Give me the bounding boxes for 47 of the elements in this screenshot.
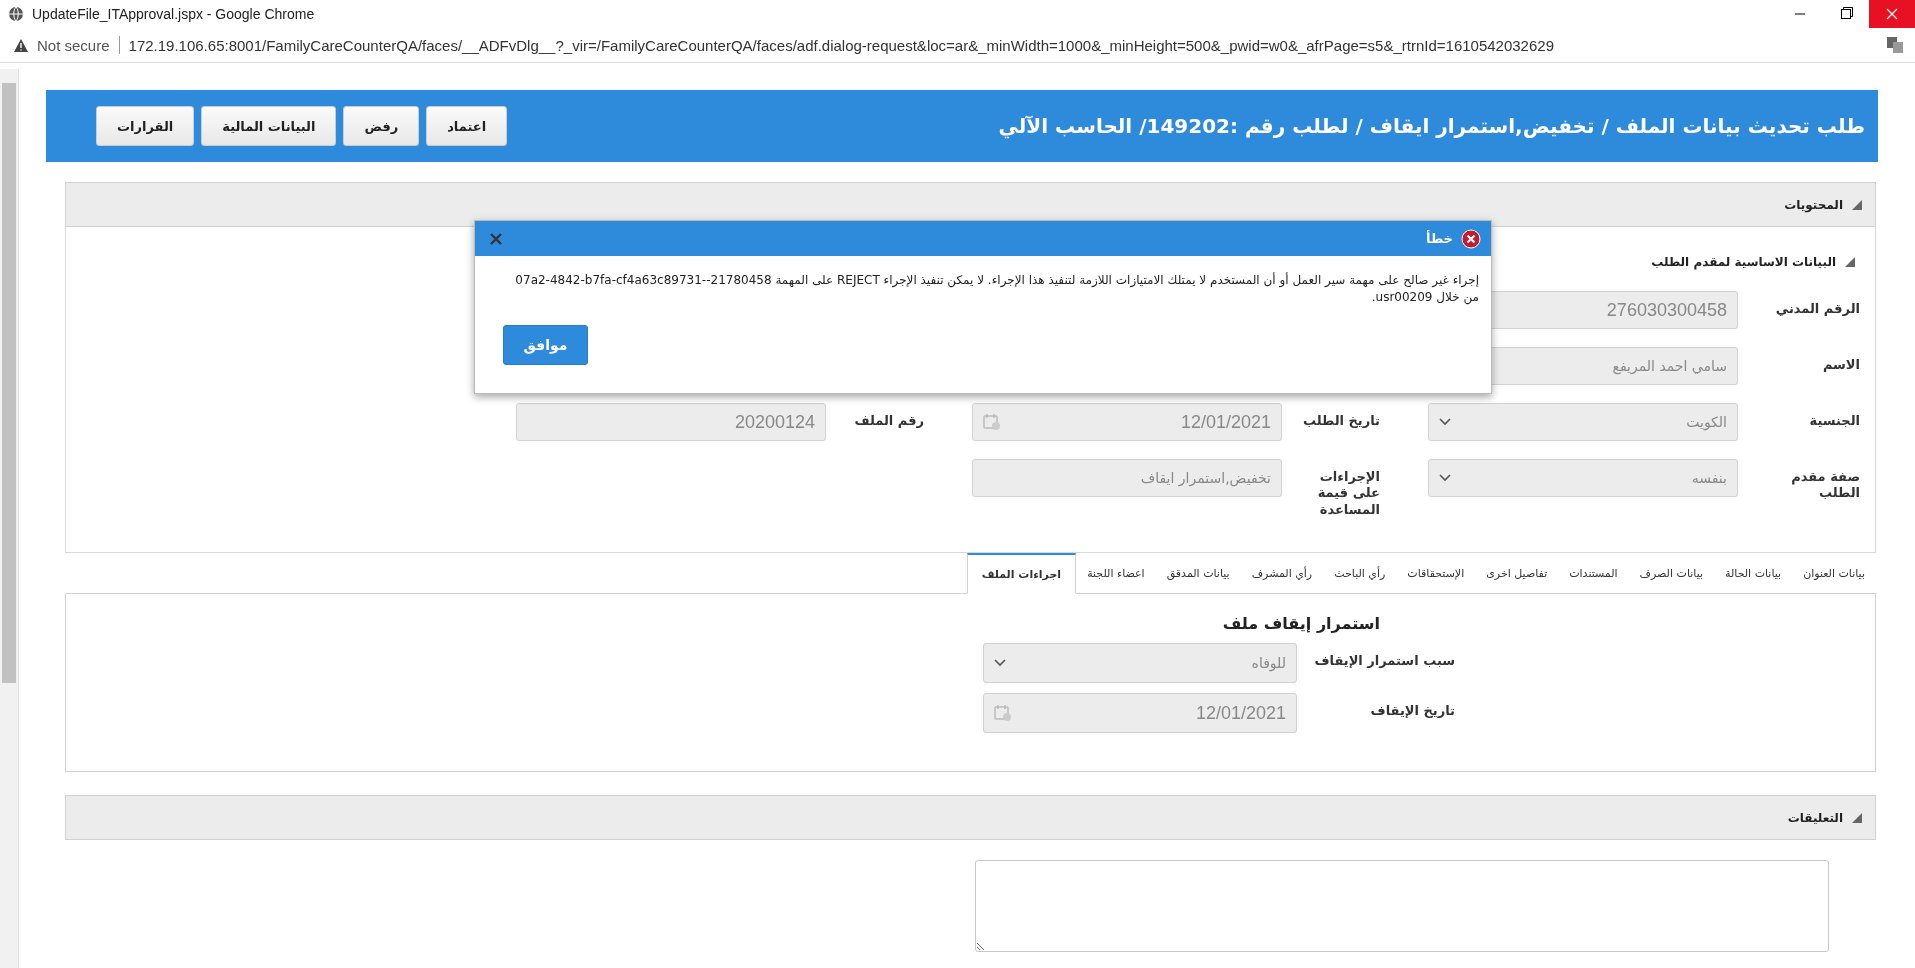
- security-label[interactable]: Not secure: [37, 36, 110, 54]
- expanded-triangle-icon[interactable]: [1844, 256, 1856, 268]
- chevron-down-icon: [1439, 474, 1451, 482]
- tab[interactable]: الإستحقاقات: [1396, 553, 1476, 593]
- ok-button[interactable]: موافق: [503, 324, 588, 365]
- field-label: تاريخ الإيقاف: [1369, 702, 1455, 720]
- warning-icon[interactable]: [14, 38, 28, 52]
- tab[interactable]: رأي الباحث: [1323, 553, 1397, 593]
- tab[interactable]: المستندات: [1558, 553, 1629, 593]
- expanded-triangle-icon[interactable]: [1851, 198, 1863, 211]
- subsection-title: البيانات الاساسية لمقدم الطلب: [1651, 255, 1836, 269]
- globe-icon: [8, 6, 24, 22]
- tab[interactable]: بيانات الصرف: [1628, 553, 1715, 593]
- scrollbar[interactable]: [0, 69, 19, 968]
- tab[interactable]: اجراءات الملف: [966, 553, 1077, 594]
- field-label: سبب استمرار الإيقاف: [1313, 652, 1455, 670]
- field-label: تاريخ الطلب: [1301, 412, 1380, 430]
- chevron-down-icon: [994, 659, 1006, 667]
- tab[interactable]: تفاصيل اخرى: [1475, 553, 1559, 593]
- tab[interactable]: بيانات العنوان: [1792, 553, 1876, 593]
- tab[interactable]: بيانات الحالة: [1714, 553, 1793, 593]
- dialog-title: خطأ: [1426, 231, 1453, 246]
- tab[interactable]: اعضاء اللجنة: [1076, 553, 1156, 593]
- toolbar-button[interactable]: رفض: [343, 106, 420, 146]
- field-label: الاسم: [1821, 356, 1860, 374]
- field-label: الإجراءات على قيمة المساعدة: [1316, 468, 1380, 518]
- section-header[interactable]: المحتويات: [65, 182, 1876, 227]
- toolbar-button[interactable]: البيانات المالية: [201, 106, 337, 146]
- tab[interactable]: رأي المشرف: [1240, 553, 1324, 593]
- section-header[interactable]: التعليقات: [65, 795, 1876, 840]
- field-label: الجنسية: [1808, 412, 1860, 430]
- section-title: التعليقات: [1787, 810, 1843, 825]
- field-label: صفة مقدم الطلب: [1790, 468, 1860, 502]
- field-label: رقم الملف: [853, 412, 924, 430]
- panel-heading: استمرار إيقاف ملف: [1221, 614, 1380, 633]
- toolbar-button[interactable]: اعتماد: [426, 106, 508, 146]
- toolbar-button[interactable]: القرارات: [96, 106, 195, 146]
- section-title: المحتويات: [1784, 197, 1843, 212]
- close-icon[interactable]: [489, 231, 503, 246]
- chevron-down-icon: [1439, 418, 1451, 426]
- url-text[interactable]: 172.19.106.65:8001/FamilyCareCounterQA/faces/__ADFvDlg__?_vir=/FamilyCareCounterQA/faces/adf.dialog-request&loc=ar&_minWidth=1000&_minHeight=500&_pwid=w0&_afrPage=s5&_rtrnId=1610542032629: [128, 36, 1554, 54]
- error-icon: [1461, 228, 1481, 249]
- page-title: طلب تحديث بيانات الملف / تخفيض,استمرار ايقاف / لطلب رقم :149202/ الحاسب الآلي: [998, 114, 1865, 138]
- tab[interactable]: بيانات المدقق: [1155, 553, 1241, 593]
- window-title: UpdateFile_ITApproval.jspx - Google Chrome: [32, 6, 315, 22]
- expanded-triangle-icon[interactable]: [1851, 811, 1863, 824]
- field-label: الرقم المدني: [1774, 300, 1860, 318]
